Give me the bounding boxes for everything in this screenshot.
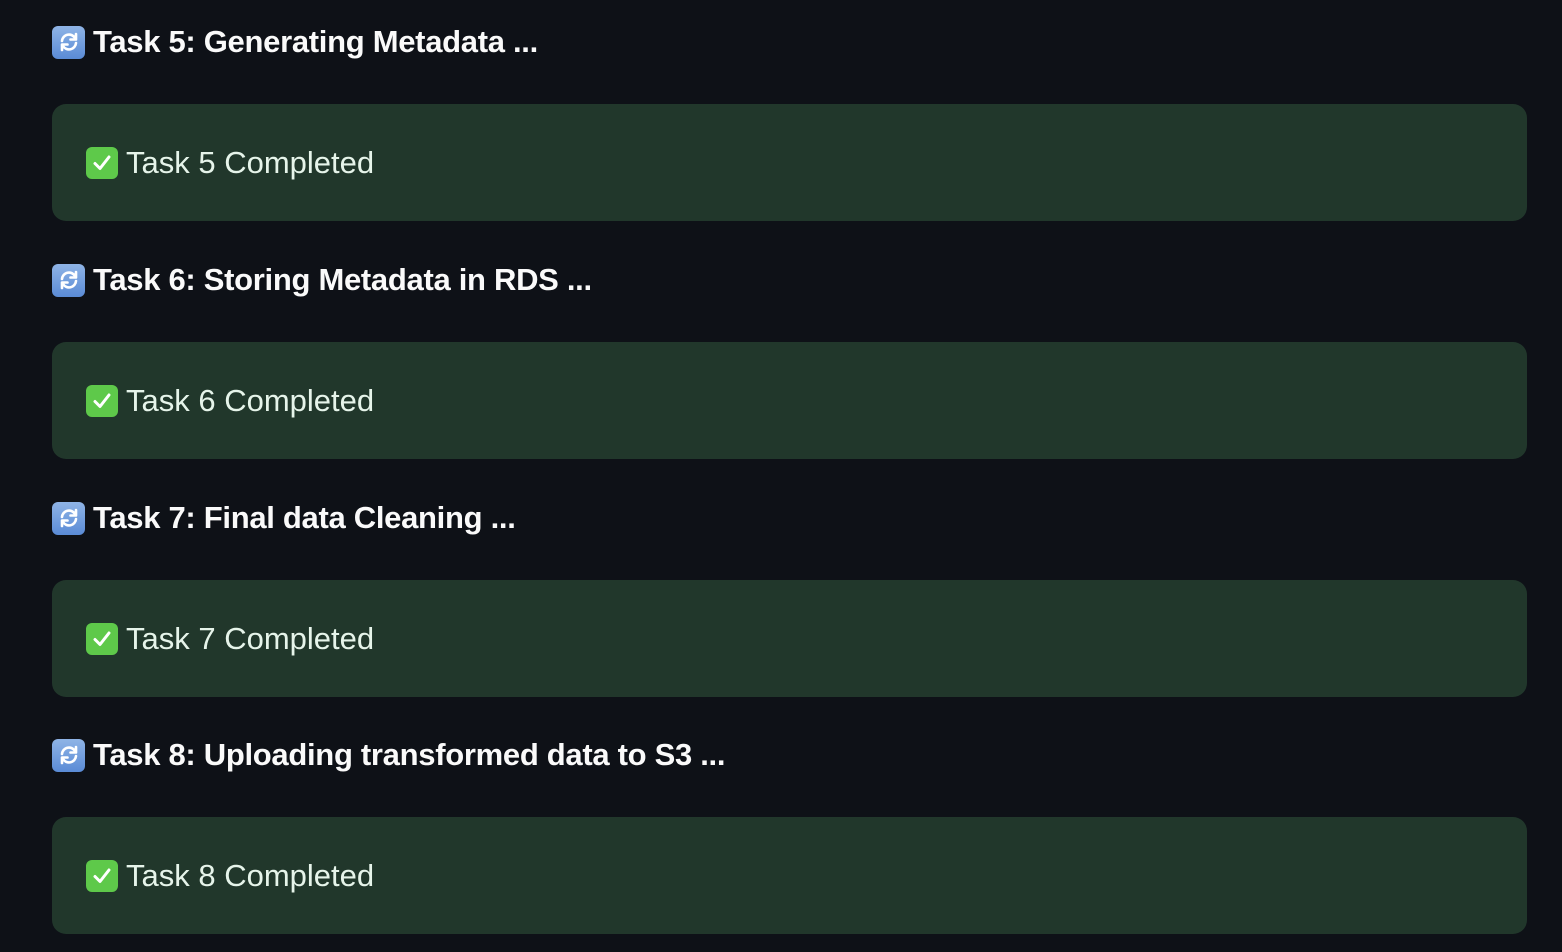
task-title: Task 8: Uploading transformed data to S3…	[93, 737, 726, 772]
check-icon	[86, 859, 118, 892]
check-icon	[86, 384, 118, 417]
refresh-icon	[52, 738, 85, 772]
success-alert: Task 7 Completed	[52, 580, 1527, 697]
task-block: Task 8: Uploading transformed data to S3…	[52, 735, 1527, 934]
task-heading: Task 6: Storing Metadata in RDS ...	[52, 260, 1527, 300]
task-block: Task 7: Final data Cleaning ... Task 7 C…	[52, 498, 1527, 697]
success-text: Task 6 Completed	[126, 382, 375, 418]
success-text: Task 7 Completed	[126, 620, 375, 656]
task-block: Task 6: Storing Metadata in RDS ... Task…	[52, 260, 1527, 459]
task-title: Task 6: Storing Metadata in RDS ...	[93, 262, 592, 297]
success-text: Task 8 Completed	[126, 857, 375, 893]
refresh-icon	[52, 501, 85, 535]
check-icon	[86, 146, 118, 179]
task-block: Task 5: Generating Metadata ... Task 5 C…	[52, 22, 1527, 221]
check-icon	[86, 622, 118, 655]
task-heading: Task 7: Final data Cleaning ...	[52, 498, 1527, 538]
success-alert: Task 6 Completed	[52, 342, 1527, 459]
task-title: Task 5: Generating Metadata ...	[93, 24, 538, 59]
task-log: Task 5: Generating Metadata ... Task 5 C…	[0, 0, 1562, 952]
task-heading: Task 8: Uploading transformed data to S3…	[52, 735, 1527, 775]
success-text: Task 5 Completed	[126, 144, 375, 180]
refresh-icon	[52, 25, 85, 59]
success-alert: Task 5 Completed	[52, 104, 1527, 221]
refresh-icon	[52, 263, 85, 297]
task-title: Task 7: Final data Cleaning ...	[93, 500, 516, 535]
task-heading: Task 5: Generating Metadata ...	[52, 22, 1527, 62]
success-alert: Task 8 Completed	[52, 817, 1527, 934]
